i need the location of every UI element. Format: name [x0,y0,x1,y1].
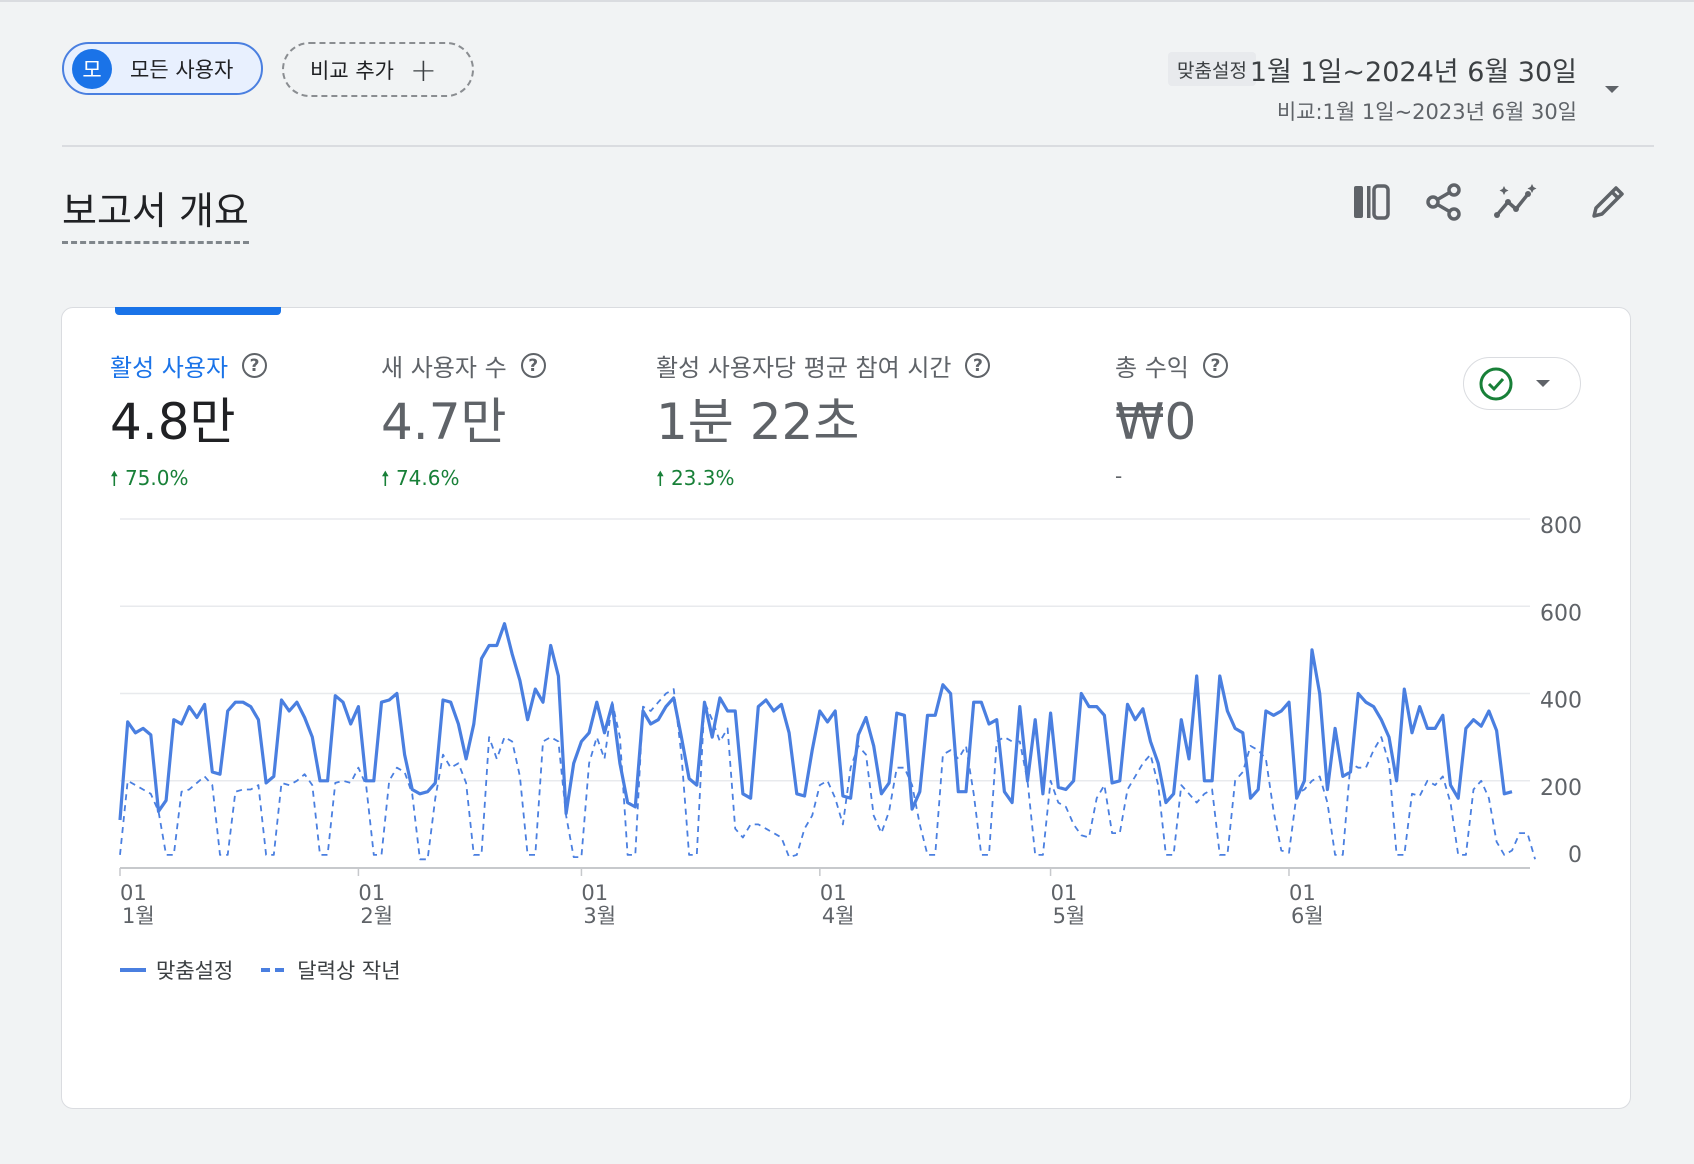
x-tick-label-month: 4월 [822,904,855,928]
legend-item-previous-year[interactable]: 달력상 작년 [261,955,401,985]
x-tick-label-month: 5월 [1053,904,1086,928]
x-tick-label-day: 01 [581,881,608,905]
x-tick-label-month: 2월 [360,904,393,928]
chart-legend: 맞춤설정 달력상 작년 [120,955,429,985]
legend-swatch-solid [120,968,146,972]
line-chart: 8006004002000011월012월013월014월015월016월 [118,514,1582,928]
y-tick-label: 400 [1540,689,1582,714]
legend-label: 달력상 작년 [297,959,401,983]
x-tick-label-month: 1월 [122,904,155,928]
x-tick-label-day: 01 [120,881,147,905]
y-tick-label: 200 [1540,776,1582,801]
x-tick-label-month: 3월 [583,904,616,928]
x-tick-label-day: 01 [1289,881,1316,905]
legend-label: 맞춤설정 [156,959,234,983]
y-tick-label: 800 [1540,514,1582,539]
y-tick-label: 600 [1540,601,1582,626]
x-tick-label-day: 01 [820,881,847,905]
x-tick-label-day: 01 [1051,881,1078,905]
legend-swatch-dashed [261,968,288,972]
y-tick-label: 0 [1568,843,1582,868]
x-tick-label-month: 6월 [1291,904,1324,928]
legend-item-current[interactable]: 맞춤설정 [120,955,233,985]
x-tick-label-day: 01 [358,881,385,905]
